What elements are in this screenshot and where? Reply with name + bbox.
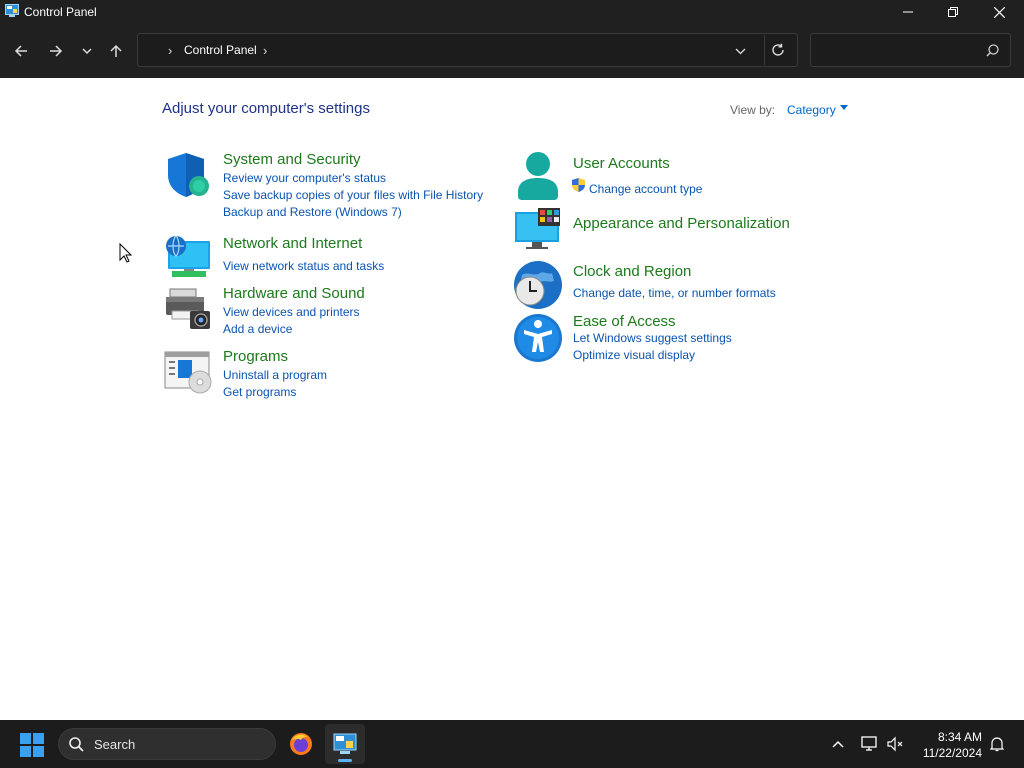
forward-button[interactable] <box>42 37 70 65</box>
search-icon <box>986 44 999 57</box>
review-status-link[interactable]: Review your computer's status <box>223 171 386 185</box>
page-heading: Adjust your computer's settings <box>162 100 370 117</box>
clock-date: 11/22/2024 <box>922 746 982 760</box>
let-windows-suggest-link[interactable]: Let Windows suggest settings <box>573 331 732 345</box>
system-and-security-link[interactable]: System and Security <box>223 151 361 168</box>
restore-button[interactable] <box>930 0 976 24</box>
caret-down-icon[interactable] <box>840 105 848 110</box>
user-accounts-link[interactable]: User Accounts <box>573 155 670 172</box>
taskbar-clock[interactable]: 8:34 AM 11/22/2024 <box>914 729 982 761</box>
change-date-time-formats-link[interactable]: Change date, time, or number formats <box>573 286 776 300</box>
control-panel-app-icon <box>5 4 19 17</box>
appearance-and-personalization-link[interactable]: Appearance and Personalization <box>573 215 790 232</box>
change-account-type-link[interactable]: Change account type <box>589 182 702 196</box>
add-device-link[interactable]: Add a device <box>223 322 292 336</box>
view-devices-printers-link[interactable]: View devices and printers <box>223 305 360 319</box>
view-network-status-link[interactable]: View network status and tasks <box>223 259 384 273</box>
taskbar-search-label: Search <box>94 737 136 752</box>
content-area: Adjust your computer's settings View by:… <box>0 78 1024 720</box>
network-monitor-icon <box>861 736 877 751</box>
speaker-muted-icon <box>887 736 903 752</box>
breadcrumb-chevron-icon: › <box>168 43 173 58</box>
show-hidden-icons-button[interactable] <box>828 734 848 754</box>
close-button[interactable] <box>976 0 1022 24</box>
view-by-dropdown[interactable]: Category <box>787 103 836 117</box>
navigation-bar: › Control Panel › <box>0 24 1024 78</box>
up-arrow-icon <box>110 44 122 57</box>
notifications-button[interactable] <box>987 734 1007 754</box>
clock-time: 8:34 AM <box>937 730 982 744</box>
shield-icon[interactable] <box>164 151 212 199</box>
network-and-internet-link[interactable]: Network and Internet <box>223 235 362 252</box>
close-icon <box>993 6 1005 18</box>
network-tray-button[interactable] <box>860 734 880 754</box>
firefox-taskbar-button[interactable] <box>281 724 321 764</box>
backup-restore-link[interactable]: Backup and Restore (Windows 7) <box>223 205 402 219</box>
programs-icon[interactable] <box>164 348 212 396</box>
chevron-down-icon[interactable] <box>735 46 746 57</box>
printer-camera-icon[interactable] <box>164 285 212 333</box>
firefox-icon <box>290 733 312 755</box>
bell-icon <box>990 737 1004 752</box>
up-button[interactable] <box>102 37 130 65</box>
ease-of-access-icon[interactable] <box>514 314 562 362</box>
taskbar: Search 8:34 AM 11/22/2024 <box>0 720 1024 768</box>
divider <box>764 35 765 65</box>
title-bar: Control Panel <box>0 0 1024 24</box>
chevron-down-icon <box>82 48 92 55</box>
back-button[interactable] <box>7 37 35 65</box>
windows-start-icon[interactable] <box>20 733 44 757</box>
restore-icon <box>948 7 958 17</box>
minimize-icon <box>903 11 913 13</box>
control-panel-icon <box>333 733 357 754</box>
clock-globe-icon[interactable] <box>514 261 562 309</box>
breadcrumb-chevron-icon[interactable]: › <box>263 43 267 58</box>
uac-shield-icon <box>572 178 585 192</box>
get-programs-link[interactable]: Get programs <box>223 385 296 399</box>
control-panel-taskbar-button[interactable] <box>325 724 365 764</box>
minimize-button[interactable] <box>885 0 931 24</box>
optimize-visual-display-link[interactable]: Optimize visual display <box>573 348 695 362</box>
network-globe-icon[interactable] <box>164 235 212 283</box>
appearance-monitor-icon[interactable] <box>514 208 562 256</box>
hardware-and-sound-link[interactable]: Hardware and Sound <box>223 285 365 302</box>
address-bar[interactable]: › Control Panel › <box>137 33 798 67</box>
recent-locations-button[interactable] <box>73 37 101 65</box>
forward-arrow-icon <box>50 45 63 57</box>
uninstall-program-link[interactable]: Uninstall a program <box>223 368 327 382</box>
user-icon[interactable] <box>514 152 562 200</box>
chevron-up-icon <box>832 740 844 748</box>
file-history-link[interactable]: Save backup copies of your files with Fi… <box>223 188 483 202</box>
mouse-cursor-icon <box>119 243 132 263</box>
view-by-label: View by: <box>730 103 776 117</box>
search-control-panel-input[interactable] <box>810 33 1011 67</box>
volume-tray-button[interactable] <box>886 734 906 754</box>
breadcrumb-control-panel[interactable]: Control Panel <box>184 43 257 57</box>
refresh-icon[interactable] <box>771 43 785 57</box>
programs-link[interactable]: Programs <box>223 348 288 365</box>
back-arrow-icon <box>14 45 27 57</box>
search-icon <box>69 737 84 752</box>
ease-of-access-link[interactable]: Ease of Access <box>573 313 676 330</box>
window-title: Control Panel <box>24 5 97 19</box>
taskbar-search-box[interactable]: Search <box>58 728 276 760</box>
clock-and-region-link[interactable]: Clock and Region <box>573 263 691 280</box>
